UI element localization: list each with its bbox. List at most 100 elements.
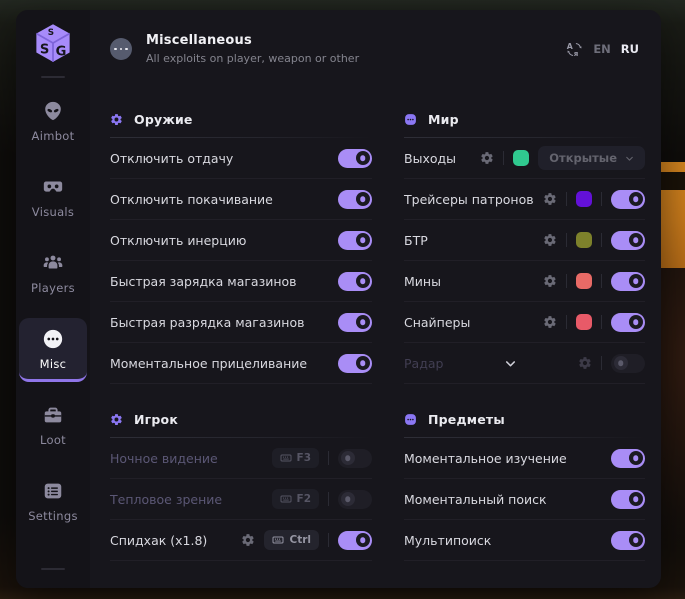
color-swatch[interactable] bbox=[513, 150, 529, 166]
sidebar-item-settings[interactable]: Settings bbox=[19, 470, 87, 534]
toggle-switch[interactable] bbox=[611, 313, 645, 332]
setting-label: Моментальный поиск bbox=[404, 492, 547, 507]
section-title: Мир bbox=[428, 112, 459, 127]
hotkey-label: Ctrl bbox=[289, 534, 311, 546]
setting-label: Отключить покачивание bbox=[110, 192, 273, 207]
sidebar-item-label: Misc bbox=[40, 357, 67, 371]
gear-icon[interactable] bbox=[543, 192, 557, 206]
toggle-knob bbox=[629, 492, 643, 506]
toggle-switch[interactable] bbox=[338, 354, 372, 373]
mode-dropdown[interactable]: Открытые bbox=[538, 146, 645, 170]
color-swatch[interactable] bbox=[576, 314, 592, 330]
cheat-window: S G S Aimbot Visuals Players Misc Loot Settin… bbox=[16, 10, 661, 588]
toggle-knob bbox=[356, 233, 370, 247]
color-swatch[interactable] bbox=[576, 232, 592, 248]
sidebar-item-players[interactable]: Players bbox=[19, 242, 87, 306]
setting-label: Быстрая зарядка магазинов bbox=[110, 274, 297, 289]
setting-row: Ночное видениеF3 bbox=[110, 438, 372, 479]
gear-icon[interactable] bbox=[578, 356, 592, 370]
toggle-switch[interactable] bbox=[611, 272, 645, 291]
toggle-switch[interactable] bbox=[338, 313, 372, 332]
hotkey-label: F2 bbox=[297, 493, 311, 505]
setting-label: Трейсеры патронов bbox=[404, 192, 534, 207]
row-controls: Ctrl bbox=[241, 530, 372, 550]
section-dots-badge-icon bbox=[404, 113, 417, 126]
gear-icon[interactable] bbox=[480, 151, 494, 165]
sidebar-item-misc[interactable]: Misc bbox=[19, 318, 87, 382]
setting-row: Моментальное прицеливание bbox=[110, 343, 372, 384]
translate-icon[interactable]: A я bbox=[566, 41, 583, 58]
setting-row: БТР bbox=[404, 220, 645, 261]
toggle-switch[interactable] bbox=[338, 190, 372, 209]
sidebar-item-loot[interactable]: Loot bbox=[19, 394, 87, 458]
row-controls bbox=[543, 190, 645, 209]
setting-row: Отключить отдачу bbox=[110, 138, 372, 179]
section-gear-icon bbox=[110, 113, 123, 126]
settings-list-icon bbox=[42, 480, 64, 502]
control-divider bbox=[328, 492, 329, 506]
sidebar-item-aimbot[interactable]: Aimbot bbox=[19, 90, 87, 154]
page-subtitle: All exploits on player, weapon or other bbox=[146, 52, 359, 65]
control-divider bbox=[601, 356, 602, 370]
toggle-switch[interactable] bbox=[611, 231, 645, 250]
dropdown-value: Открытые bbox=[549, 151, 617, 165]
row-controls bbox=[543, 272, 645, 291]
lang-en-button[interactable]: EN bbox=[593, 42, 610, 56]
toggle-switch[interactable] bbox=[338, 231, 372, 250]
section-title: Оружие bbox=[134, 112, 193, 127]
toggle-switch[interactable] bbox=[338, 490, 372, 509]
gear-icon[interactable] bbox=[241, 533, 255, 547]
sidebar-bottom-divider bbox=[41, 568, 65, 570]
hotkey-badge[interactable]: F3 bbox=[272, 448, 319, 468]
setting-row: Радар bbox=[404, 343, 645, 384]
toggle-switch[interactable] bbox=[338, 449, 372, 468]
lang-ru-button[interactable]: RU bbox=[621, 42, 639, 56]
gear-icon[interactable] bbox=[543, 315, 557, 329]
toggle-switch[interactable] bbox=[611, 490, 645, 509]
setting-row: Мины bbox=[404, 261, 645, 302]
setting-row: Моментальное изучение bbox=[404, 438, 645, 479]
gear-icon[interactable] bbox=[543, 274, 557, 288]
gear-icon[interactable] bbox=[543, 233, 557, 247]
toggle-switch[interactable] bbox=[611, 449, 645, 468]
setting-label: БТР bbox=[404, 233, 428, 248]
sidebar-item-label: Visuals bbox=[32, 205, 74, 219]
content-column-left: Оружие Отключить отдачу Отключить покачива… bbox=[110, 112, 372, 588]
page-title: Miscellaneous bbox=[146, 33, 359, 48]
hotkey-badge[interactable]: F2 bbox=[272, 489, 319, 509]
ellipsis-circle-icon bbox=[42, 328, 64, 350]
sidebar-item-label: Players bbox=[31, 281, 75, 295]
setting-label: Мультипоиск bbox=[404, 533, 491, 548]
alien-icon bbox=[42, 100, 64, 122]
language-switcher: A я EN RU bbox=[566, 41, 639, 58]
toggle-switch[interactable] bbox=[338, 149, 372, 168]
section-header: Предметы bbox=[404, 412, 645, 427]
keyboard-icon bbox=[272, 534, 284, 546]
toggle-switch[interactable] bbox=[338, 531, 372, 550]
color-swatch[interactable] bbox=[576, 273, 592, 289]
chevron-down-icon[interactable] bbox=[503, 356, 518, 371]
toggle-switch[interactable] bbox=[611, 531, 645, 550]
hotkey-badge[interactable]: Ctrl bbox=[264, 530, 319, 550]
sidebar-item-visuals[interactable]: Visuals bbox=[19, 166, 87, 230]
toggle-switch[interactable] bbox=[338, 272, 372, 291]
sg-cube-logo-icon: S G S bbox=[32, 22, 74, 64]
toggle-switch[interactable] bbox=[611, 190, 645, 209]
color-swatch[interactable] bbox=[576, 191, 592, 207]
header: Miscellaneous All exploits on player, we… bbox=[90, 10, 661, 88]
setting-label: Спидхак (x1.8) bbox=[110, 533, 207, 548]
settings-section: Предметы Моментальное изучение Моментальны… bbox=[404, 412, 645, 561]
toggle-switch[interactable] bbox=[611, 354, 645, 373]
svg-text:G: G bbox=[56, 44, 67, 59]
toggle-knob bbox=[614, 356, 628, 370]
toggle-knob bbox=[629, 315, 643, 329]
chevron-down-icon bbox=[624, 153, 635, 164]
section-title: Предметы bbox=[428, 412, 505, 427]
toggle-knob bbox=[356, 151, 370, 165]
row-controls bbox=[338, 354, 372, 373]
setting-row: Снайперы bbox=[404, 302, 645, 343]
sidebar: S G S Aimbot Visuals Players Misc Loot Settin… bbox=[16, 10, 90, 588]
vr-goggles-icon bbox=[42, 176, 64, 198]
toggle-knob bbox=[629, 274, 643, 288]
setting-label: Радар bbox=[404, 356, 443, 371]
